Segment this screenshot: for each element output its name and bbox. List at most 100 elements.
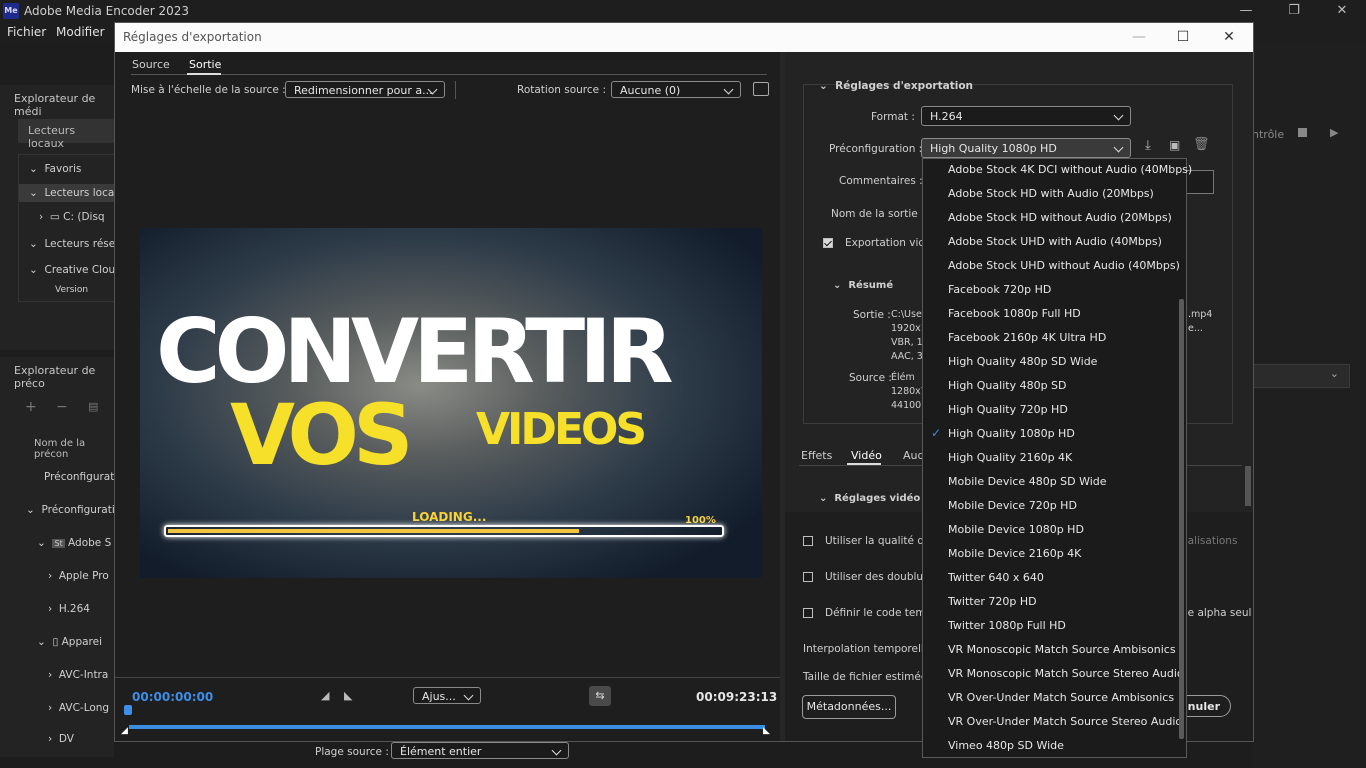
preset-list-item[interactable]: Twitter 1080p Full HD <box>948 619 1066 632</box>
preset-list-item[interactable]: Adobe Stock UHD with Audio (40Mbps) <box>948 235 1162 248</box>
add-preset-icon[interactable]: + <box>25 399 37 415</box>
preset-column-header: Nom de la précon <box>34 438 86 460</box>
import-preset-icon[interactable]: ▣ <box>1169 138 1180 152</box>
preset-list-item[interactable]: VR Monoscopic Match Source Stereo Audio <box>948 667 1184 680</box>
preset-list-item[interactable]: VR Over-Under Match Source Ambisonics <box>948 691 1174 704</box>
tab-sortie[interactable]: Sortie <box>189 58 221 71</box>
preset-list-item[interactable]: Facebook 1080p Full HD <box>948 307 1081 320</box>
rotation-label: Rotation source : <box>517 84 606 96</box>
media-browser-title: Explorateur de médi <box>14 92 96 118</box>
metadata-button[interactable]: Métadonnées... <box>802 695 896 719</box>
tree-item-c-drive[interactable]: › ▭ C: (Disq <box>39 211 105 223</box>
timeline-bar[interactable] <box>129 725 765 729</box>
stop-icon[interactable] <box>1298 128 1307 137</box>
preset-tree-item[interactable]: Préconfiguratio <box>44 471 124 483</box>
preset-list-item[interactable]: Facebook 720p HD <box>948 283 1051 296</box>
preset-label: Préconfiguration : <box>829 143 923 155</box>
preset-list-item[interactable]: Mobile Device 1080p HD <box>948 523 1084 536</box>
tab-active-indicator <box>187 73 221 75</box>
summary-title[interactable]: ⌄ Résumé <box>833 280 893 291</box>
tab-source[interactable]: Source <box>132 58 170 71</box>
menu-fichier[interactable]: Fichier <box>7 25 46 39</box>
format-dropdown[interactable]: H.264 <box>921 106 1131 126</box>
preset-list-item[interactable]: High Quality 1080p HD <box>948 427 1075 440</box>
export-video-checkbox[interactable] <box>823 238 833 248</box>
dialog-close-icon[interactable]: ✕ <box>1219 29 1239 45</box>
set-out-icon[interactable]: ◣ <box>344 689 352 702</box>
preset-list-item[interactable]: Twitter 640 x 640 <box>948 571 1044 584</box>
preset-browser-title: Explorateur de préco <box>14 364 96 390</box>
tree-item-creative-cloud[interactable]: ⌄ Creative Cloud <box>29 264 122 276</box>
remove-preset-icon[interactable]: − <box>56 399 68 415</box>
timecode-start[interactable]: 00:00:00:00 <box>132 690 213 704</box>
close-icon[interactable]: ✕ <box>1322 2 1362 20</box>
play-icon[interactable]: ▶ <box>1330 126 1338 139</box>
preset-list-item[interactable]: High Quality 2160p 4K <box>948 451 1072 464</box>
delete-preset-icon[interactable]: 🗑 <box>1193 137 1210 152</box>
dialog-maximize-icon[interactable]: ☐ <box>1173 29 1193 45</box>
tab-video[interactable]: Vidéo <box>851 449 882 462</box>
preset-list-item[interactable]: Mobile Device 2160p 4K <box>948 547 1081 560</box>
group-folder-icon[interactable]: ▤ <box>88 400 98 413</box>
range-dropdown[interactable]: Élément entier <box>391 742 569 759</box>
preset-list-item[interactable]: Adobe Stock HD without Audio (20Mbps) <box>948 211 1172 224</box>
crop-icon[interactable] <box>753 82 769 96</box>
tree-item-favoris[interactable]: ⌄ Favoris <box>29 163 81 175</box>
tab-effets[interactable]: Effets <box>801 449 832 462</box>
local-drives-button[interactable]: Lecteurs locaux <box>18 119 114 150</box>
preset-list-item[interactable]: High Quality 480p SD <box>948 379 1067 392</box>
preset-tree-item[interactable]: ⌄ Préconfiguratio <box>26 504 121 516</box>
tree-item-versions[interactable]: Version <box>55 285 88 295</box>
save-preset-icon[interactable]: ⤓ <box>1145 138 1151 153</box>
preset-list-item[interactable]: Mobile Device 480p SD Wide <box>948 475 1107 488</box>
preset-list-item[interactable]: High Quality 480p SD Wide <box>948 355 1097 368</box>
preset-tree-item[interactable]: › AVC-Intra <box>48 669 108 681</box>
comments-label: Commentaires : <box>839 175 923 187</box>
minimize-icon[interactable]: — <box>1226 2 1266 20</box>
drives-tree: ⌄ Favoris ⌄ Lecteurs locaux › ▭ C: (Disq… <box>18 154 128 302</box>
preset-list-item[interactable]: Adobe Stock 4K DCI without Audio (40Mbps… <box>948 163 1192 176</box>
preset-tree-item[interactable]: › AVC-Long <box>48 702 109 714</box>
toggle-view-icon[interactable]: ⇆ <box>589 686 611 706</box>
timecode-checkbox[interactable] <box>803 608 813 618</box>
out-point-marker[interactable]: ◣ <box>763 726 770 736</box>
menu-modifier[interactable]: Modifier <box>56 25 105 39</box>
preset-list-item[interactable]: Vimeo 480p SD Wide <box>948 739 1064 752</box>
settings-scrollbar[interactable] <box>1245 466 1251 506</box>
preset-list-item[interactable]: Adobe Stock UHD without Audio (40Mbps) <box>948 259 1180 272</box>
summary-source-line: Élém <box>891 372 915 383</box>
dialog-minimize-icon[interactable]: — <box>1129 29 1149 45</box>
preset-list-item[interactable]: Twitter 720p HD <box>948 595 1037 608</box>
app-title: Adobe Media Encoder 2023 <box>24 4 190 18</box>
preset-list-item[interactable]: VR Over-Under Match Source Stereo Audio <box>948 715 1182 728</box>
preset-tree-item[interactable]: ⌄ ▯ Apparei <box>37 636 102 648</box>
proxies-checkbox[interactable] <box>803 572 813 582</box>
max-quality-checkbox[interactable] <box>803 536 813 546</box>
max-quality-label: Utiliser la qualité de <box>825 535 931 547</box>
preset-list-item[interactable]: Facebook 2160p 4K Ultra HD <box>948 331 1106 344</box>
summary-output-right: .mp4 <box>1188 309 1213 320</box>
video-settings-title[interactable]: ⌄ Réglages vidéo de <box>819 493 938 504</box>
in-point-marker[interactable]: ◢ <box>121 726 128 736</box>
rotation-dropdown[interactable]: Aucune (0) <box>611 81 741 98</box>
scale-dropdown[interactable]: Redimensionner pour a... <box>285 81 445 98</box>
export-settings-title[interactable]: ⌄ Réglages d'exportation <box>819 80 973 92</box>
selected-check-icon: ✓ <box>931 426 942 440</box>
preset-tree-item[interactable]: › H.264 <box>48 603 90 615</box>
maximize-icon[interactable]: ❐ <box>1274 2 1314 20</box>
zoom-dropdown[interactable]: Ajus... <box>413 687 481 704</box>
app-logo-icon: Me <box>3 3 19 19</box>
preset-list-scrollbar[interactable] <box>1179 299 1184 739</box>
tree-item-local-drives[interactable]: ⌄ Lecteurs locaux <box>19 184 127 202</box>
preset-list-item[interactable]: VR Monoscopic Match Source Ambisonics <box>948 643 1176 656</box>
preset-list-item[interactable]: Adobe Stock HD with Audio (20Mbps) <box>948 187 1154 200</box>
preset-list-item[interactable]: High Quality 720p HD <box>948 403 1068 416</box>
playhead-handle[interactable] <box>124 705 132 715</box>
set-in-icon[interactable]: ◢ <box>321 689 329 702</box>
preset-tree-item[interactable]: › Apple Pro <box>48 570 109 582</box>
preset-tree-item[interactable]: ⌄ St Adobe S <box>37 537 111 549</box>
preset-tree-item[interactable]: › DV <box>48 733 74 743</box>
preset-list-item[interactable]: Mobile Device 720p HD <box>948 499 1077 512</box>
queue-dropdown[interactable]: ⌄ <box>1252 364 1350 388</box>
preset-dropdown[interactable]: High Quality 1080p HD <box>921 138 1131 158</box>
